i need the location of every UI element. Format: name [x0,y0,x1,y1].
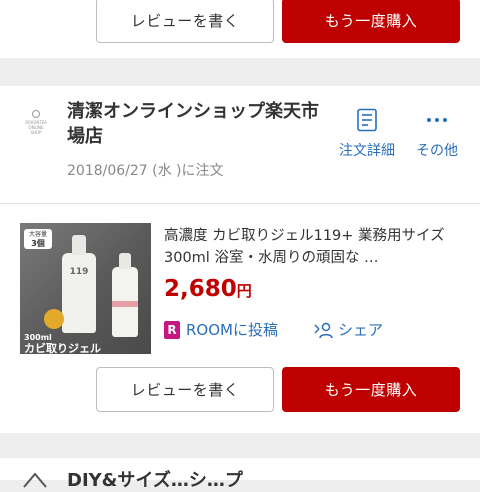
volume-badge: 大容量 3個 [24,229,52,249]
more-dots-icon [427,118,447,122]
product-image[interactable]: 119 大容量 3個 300ml カビ取りジェル [20,223,151,354]
bottle-label: 119 [69,267,89,277]
volume-badge-count: 3個 [31,239,45,248]
next-shop-logo-icon [23,472,47,488]
share-label: シェア [338,321,384,339]
document-icon [357,108,377,132]
shop-logo-icon: ORIGINTEA ONLINE SHOP [25,110,47,135]
share-link[interactable]: シェア [314,319,383,340]
room-post-label: ROOMに投稿 [186,321,278,339]
write-review-button[interactable]: レビューを書く [96,0,274,43]
order-detail-label: 注文詳細 [339,143,395,159]
bottle-large-nozzle [72,235,86,255]
bottle-large [62,253,96,333]
bottle-small-stripe [112,301,138,307]
product-price: 2,680円 [164,276,252,302]
bottle-small-nozzle [119,253,131,269]
svg-text:SHOP: SHOP [30,130,42,135]
share-user-icon [314,322,333,338]
buy-again-button[interactable]: もう一度購入 [282,367,460,412]
write-review-button[interactable]: レビューを書く [96,367,274,412]
price-number: 2,680 [164,276,237,302]
divider [0,203,480,204]
shop-logo: ORIGINTEA ONLINE SHOP [20,109,52,135]
more-label: その他 [416,143,458,159]
room-icon: R [164,320,180,339]
next-shop-name[interactable]: DIY&サイズ…シ…プ [67,466,243,492]
gold-seal [44,309,64,329]
next-order-card: DIY&サイズ…シ…プ [0,458,480,491]
price-unit: 円 [236,282,252,300]
more-button[interactable]: その他 [410,108,464,160]
order-date: 2018/06/27 (水 )に注文 [67,163,224,179]
buy-again-button[interactable]: もう一度購入 [282,0,460,43]
image-caption: カビ取りジェル [24,342,101,354]
volume-badge-top: 大容量 [28,231,47,238]
product-title[interactable]: 高濃度 カビ取りジェル119+ 業務用サイズ300ml 浴室・水周りの頑固な … [164,225,462,269]
previous-order-card: レビューを書く もう一度購入 [0,0,480,58]
shop-name[interactable]: 清潔オンラインショップ楽天市場店 [67,99,327,149]
order-detail-button[interactable]: 注文詳細 [335,108,399,160]
room-post-link[interactable]: R ROOMに投稿 [164,319,278,340]
